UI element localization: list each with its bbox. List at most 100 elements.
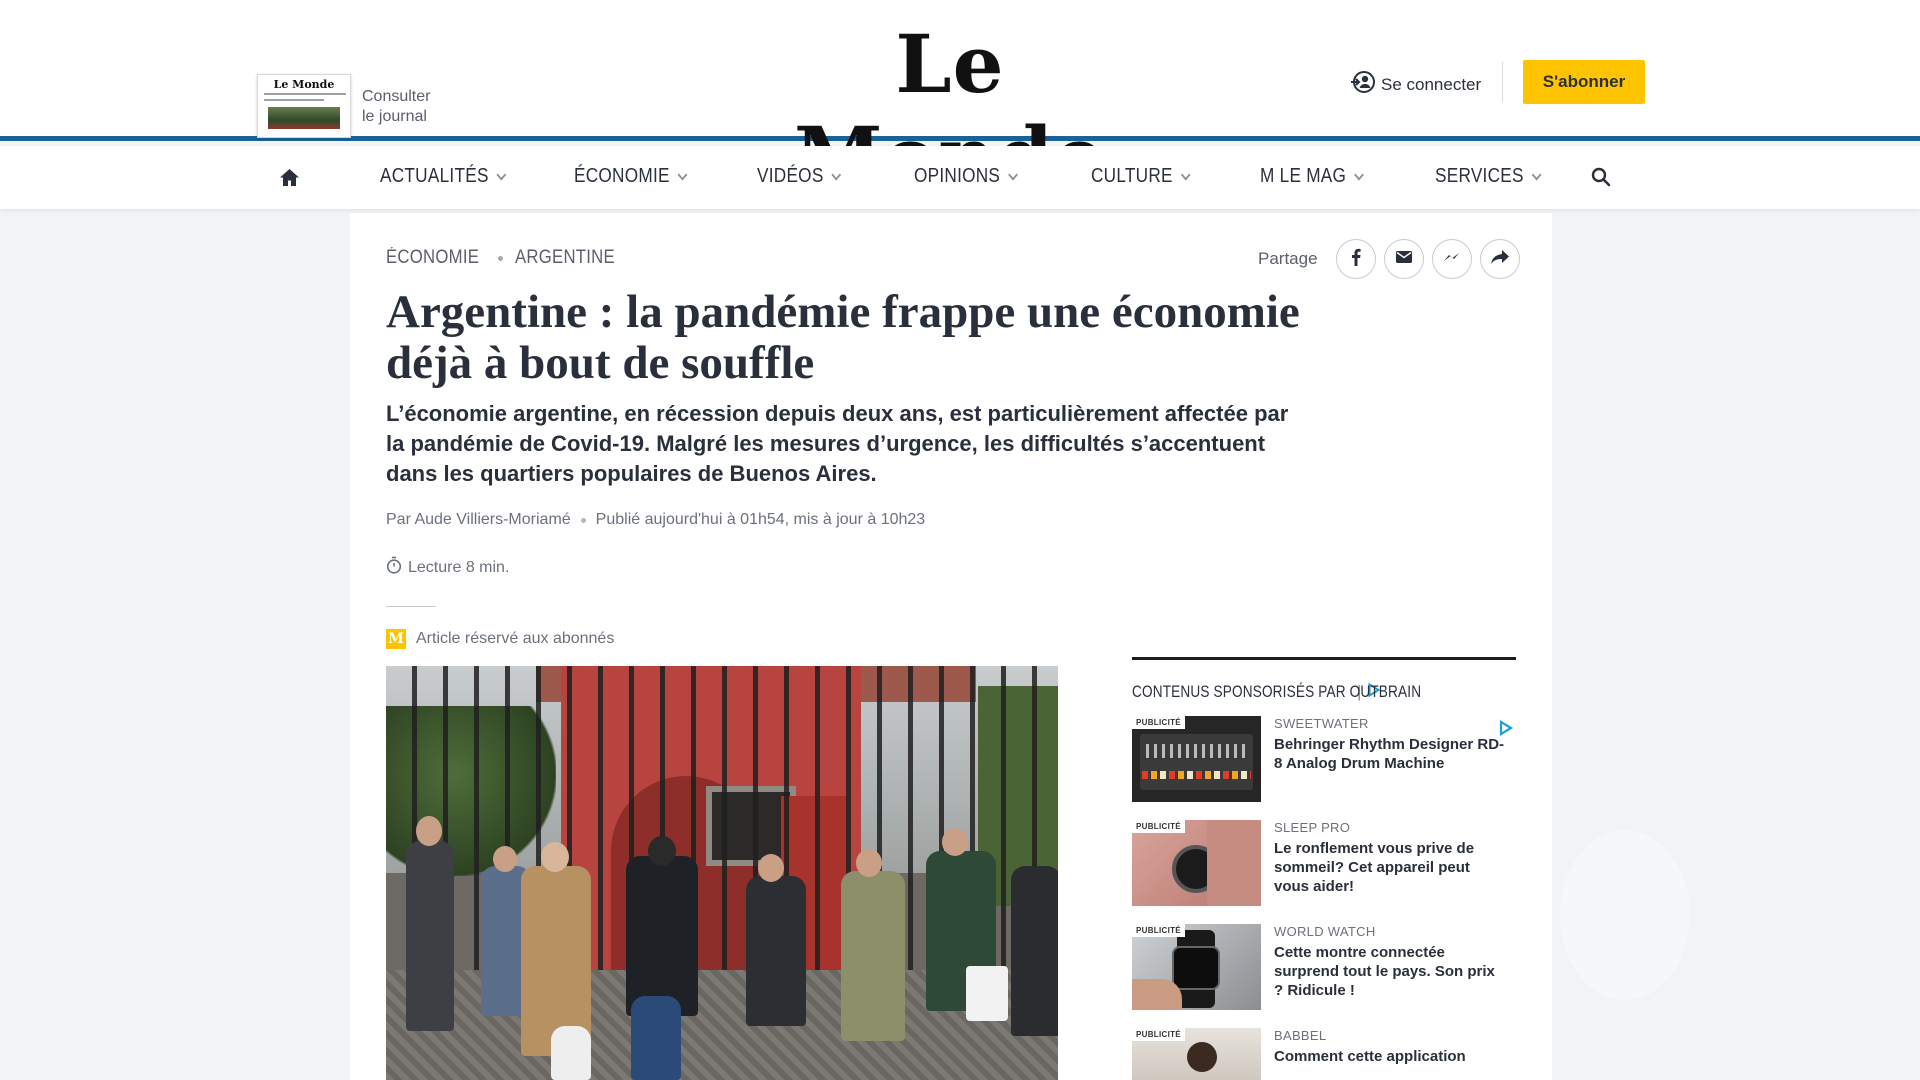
journal-front-photo bbox=[268, 107, 340, 129]
ad-tag: PUBLICITÉ bbox=[1132, 820, 1185, 833]
nav-item-m-le-mag[interactable]: M LE MAG bbox=[1260, 165, 1365, 188]
photo-person-head bbox=[942, 828, 968, 856]
journal-text-line bbox=[264, 99, 324, 101]
article-container: ÉCONOMIE ARGENTINE Partage Argentine : l… bbox=[350, 213, 1552, 1080]
chevron-down-icon bbox=[831, 168, 842, 181]
sponsored-thumbnail: PUBLICITÉ bbox=[1132, 924, 1261, 1010]
photo-person-head bbox=[758, 854, 784, 882]
breadcrumb-separator bbox=[497, 255, 503, 261]
photo-person bbox=[746, 876, 806, 1026]
photo-person bbox=[626, 856, 698, 1016]
subscriber-only-label: Article réservé aux abonnés bbox=[416, 630, 615, 647]
article-meta: Par Aude Villiers-Moriamé Publié aujourd… bbox=[386, 511, 925, 529]
sponsored-item[interactable]: PUBLICITÉ SLEEP PRO Le ronflement vous p… bbox=[1132, 820, 1516, 906]
main-navigation: ACTUALITÉS ÉCONOMIE VIDÉOS OPINIONS CULT… bbox=[0, 146, 1920, 209]
article-title: Argentine : la pandémie frappe une écono… bbox=[386, 286, 1300, 389]
meta-separator bbox=[580, 517, 586, 523]
hand bbox=[1207, 820, 1261, 906]
sponsored-info: WORLD WATCH Cette montre connectée surpr… bbox=[1274, 924, 1506, 1010]
sponsored-item[interactable]: PUBLICITÉ BABBEL Comment cette applicati… bbox=[1132, 1028, 1516, 1080]
nav-item-culture[interactable]: CULTURE bbox=[1091, 165, 1191, 188]
share-email-button[interactable] bbox=[1383, 239, 1424, 279]
sponsored-thumbnail: PUBLICITÉ bbox=[1132, 820, 1261, 906]
subscriber-only-notice: M Article réservé aux abonnés bbox=[386, 629, 614, 649]
messenger-icon bbox=[1443, 250, 1461, 268]
divider bbox=[386, 606, 436, 607]
ad-tag: PUBLICITÉ bbox=[1132, 1028, 1185, 1041]
login-label: Se connecter bbox=[1381, 74, 1482, 94]
journal-mast: Le Monde bbox=[273, 78, 335, 91]
sidebar-top-rule bbox=[1132, 657, 1516, 660]
adchoices-icon[interactable] bbox=[1498, 720, 1514, 741]
clock-icon bbox=[386, 556, 408, 579]
photo-person-head bbox=[416, 816, 442, 846]
photo-person-head bbox=[856, 849, 882, 877]
person-head bbox=[1187, 1042, 1217, 1072]
sponsored-thumbnail: PUBLICITÉ bbox=[1132, 716, 1261, 802]
sponsored-thumbnail: PUBLICITÉ bbox=[1132, 1028, 1261, 1080]
chevron-down-icon bbox=[1354, 168, 1365, 181]
nav-item-services[interactable]: SERVICES bbox=[1435, 165, 1542, 188]
share-more-button[interactable] bbox=[1479, 239, 1520, 279]
photo-person bbox=[406, 841, 454, 1031]
breadcrumb-economie[interactable]: ÉCONOMIE bbox=[386, 247, 479, 269]
nav-item-label: ACTUALITÉS bbox=[380, 165, 489, 187]
sponsored-headline: Behringer Rhythm Designer RD-8 Analog Dr… bbox=[1274, 736, 1505, 772]
sponsored-content-sidebar: CONTENUS SPONSORISÉS PAR OUTBRAIN | PUBL… bbox=[1132, 657, 1516, 1080]
article-photo[interactable] bbox=[386, 666, 1058, 1080]
photo-person-head bbox=[493, 846, 517, 872]
chevron-down-icon bbox=[496, 168, 507, 181]
drum-machine-pads bbox=[1142, 771, 1251, 779]
photo-person-legs bbox=[631, 996, 681, 1080]
article-published-date: Publié aujourd'hui à 01h54, mis à jour à… bbox=[595, 511, 926, 528]
sponsored-item[interactable]: PUBLICITÉ WORLD WATCH Cette montre conne… bbox=[1132, 924, 1516, 1010]
photo-person bbox=[1011, 866, 1058, 1036]
sponsored-headline: Comment cette application bbox=[1274, 1048, 1466, 1065]
drum-machine-body bbox=[1140, 734, 1253, 790]
outbrain-brand[interactable]: OUTBRAIN bbox=[1350, 682, 1422, 701]
hand bbox=[1132, 979, 1182, 1010]
search-icon[interactable] bbox=[1591, 167, 1611, 192]
nav-item-economie[interactable]: ÉCONOMIE bbox=[574, 165, 688, 188]
journal-link[interactable]: Le Monde Consulter le journal bbox=[257, 74, 430, 138]
share-label: Partage bbox=[1258, 249, 1318, 268]
journal-thumbnail: Le Monde bbox=[257, 74, 351, 138]
breadcrumb: ÉCONOMIE ARGENTINE bbox=[386, 247, 628, 269]
journal-text-line bbox=[264, 93, 346, 95]
sponsored-source: BABBEL bbox=[1274, 1028, 1327, 1043]
ad-tag: PUBLICITÉ bbox=[1132, 924, 1185, 937]
sponsored-item[interactable]: PUBLICITÉ SWEETWATER Behringer Rhythm De… bbox=[1132, 716, 1516, 802]
share-messenger-button[interactable] bbox=[1431, 239, 1472, 279]
nav-item-label: VIDÉOS bbox=[757, 165, 824, 187]
sponsored-info: BABBEL Comment cette application bbox=[1274, 1028, 1506, 1080]
sponsored-info: SLEEP PRO Le ronflement vous prive de so… bbox=[1274, 820, 1506, 906]
article-author[interactable]: Par Aude Villiers-Moriamé bbox=[386, 511, 571, 529]
drum-machine-knobs bbox=[1146, 744, 1246, 758]
reading-time: Lecture 8 min. bbox=[386, 556, 509, 579]
photo-person-head bbox=[541, 842, 569, 872]
decorative-overlay bbox=[1560, 830, 1690, 1000]
photo-person bbox=[841, 871, 905, 1041]
header-divider bbox=[1502, 62, 1503, 102]
photo-person-legs bbox=[551, 1026, 591, 1080]
home-icon[interactable] bbox=[279, 168, 300, 192]
nav-item-label: M LE MAG bbox=[1260, 165, 1347, 187]
share-bar: Partage bbox=[1258, 239, 1520, 279]
breadcrumb-argentine[interactable]: ARGENTINE bbox=[515, 247, 615, 269]
chevron-down-icon bbox=[1531, 168, 1542, 181]
chevron-down-icon bbox=[1008, 168, 1019, 181]
nav-item-videos[interactable]: VIDÉOS bbox=[757, 165, 842, 188]
journal-link-label: Consulter le journal bbox=[362, 87, 430, 127]
sponsored-heading: CONTENUS SPONSORISÉS PAR OUTBRAIN | bbox=[1132, 682, 1516, 702]
nav-item-opinions[interactable]: OPINIONS bbox=[914, 165, 1019, 188]
sponsored-source: SWEETWATER bbox=[1274, 716, 1369, 731]
login-link[interactable]: Se connecter bbox=[1350, 70, 1481, 99]
sponsored-heading-text: CONTENUS SPONSORISÉS PAR bbox=[1132, 682, 1346, 701]
ad-tag: PUBLICITÉ bbox=[1132, 716, 1185, 729]
nav-item-actualites[interactable]: ACTUALITÉS bbox=[380, 165, 507, 188]
facebook-icon bbox=[1351, 248, 1361, 271]
nav-item-label: OPINIONS bbox=[914, 165, 1001, 187]
nav-item-label: SERVICES bbox=[1435, 165, 1524, 187]
share-facebook-button[interactable] bbox=[1335, 239, 1376, 279]
subscribe-button[interactable]: S'abonner bbox=[1523, 60, 1645, 104]
